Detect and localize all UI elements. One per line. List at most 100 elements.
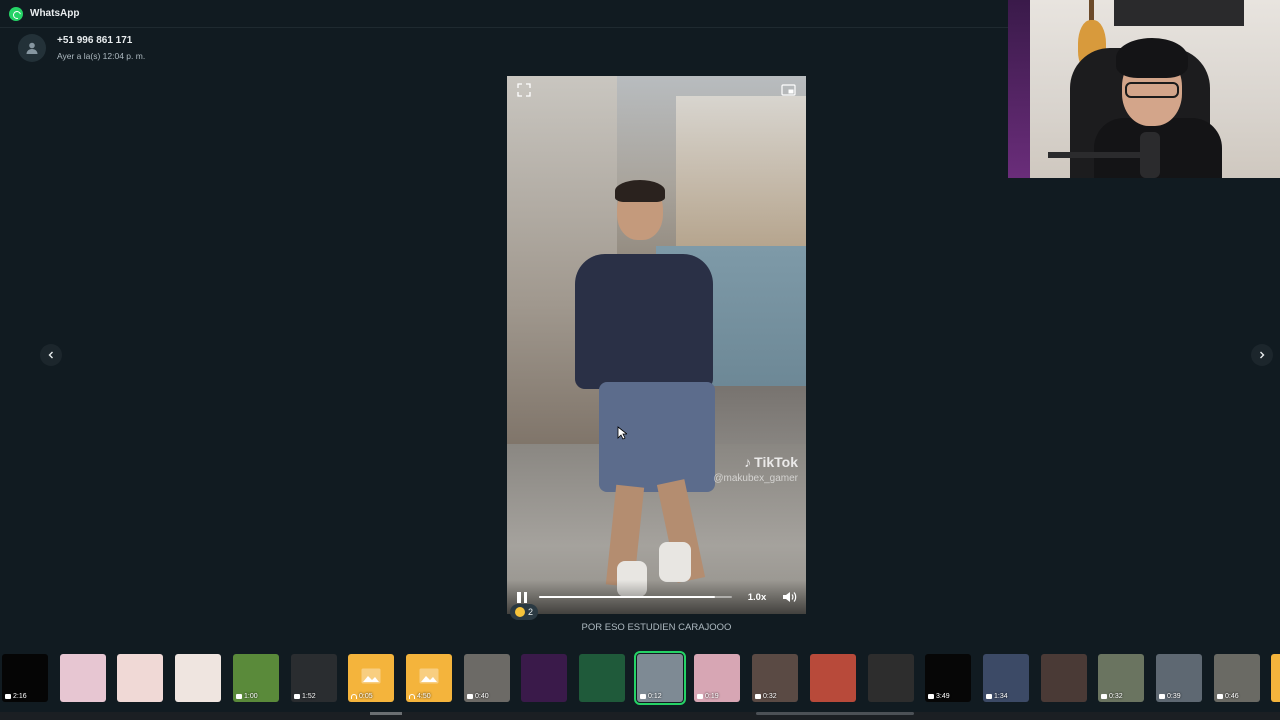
video-camera-icon	[755, 694, 761, 699]
video-progress-fill	[539, 596, 715, 598]
media-thumbnail[interactable]: 0:46	[1214, 654, 1260, 702]
video-camera-icon	[1101, 694, 1107, 699]
thumbnail-duration: 1:34	[994, 693, 1008, 700]
thumbnail-duration: 0:12	[648, 693, 662, 700]
thumbnail-duration-badge: 3:49	[928, 693, 950, 700]
media-thumbnail[interactable]: 0:19	[694, 654, 740, 702]
webcam-person-hair	[1116, 38, 1188, 78]
video-camera-icon	[1159, 694, 1165, 699]
avatar[interactable]	[18, 34, 46, 62]
webcam-overlay	[1008, 0, 1280, 178]
thumbnail-duration-badge: 0:12	[640, 693, 662, 700]
thumbnail-duration: 0:46	[1225, 693, 1239, 700]
thumbnail-duration: 0:19	[705, 693, 719, 700]
volume-icon[interactable]	[782, 590, 798, 604]
media-thumbnail[interactable]	[868, 654, 914, 702]
webcam-light	[1008, 0, 1030, 178]
media-thumbnail[interactable]: 0:12	[634, 651, 686, 705]
video-player[interactable]: ♪ TikTok @makubex_gamer 1.0x	[507, 76, 806, 614]
thumbnail-duration-badge: 1:52	[294, 693, 316, 700]
sender-info: +51 996 861 171 Ayer a la(s) 12:04 p. m.	[18, 34, 145, 62]
thumbnail-duration: 4:50	[417, 693, 431, 700]
sender-timestamp: Ayer a la(s) 12:04 p. m.	[57, 51, 146, 61]
thumbnail-duration: 0:32	[763, 693, 777, 700]
thumbnail-duration: 0:40	[475, 693, 489, 700]
mouse-cursor-icon	[617, 426, 627, 440]
media-thumbnail[interactable]	[60, 654, 106, 702]
media-thumbnail[interactable]: 0:32	[1098, 654, 1144, 702]
thumbnail-duration: 3:49	[936, 693, 950, 700]
media-thumbnail[interactable]	[117, 654, 163, 702]
sender-name: +51 996 861 171	[57, 35, 133, 46]
reaction-count: 2	[528, 607, 534, 617]
media-thumbnail[interactable]	[1041, 654, 1087, 702]
pause-icon	[517, 591, 521, 603]
pause-button[interactable]	[515, 590, 529, 604]
image-icon	[361, 668, 381, 684]
video-frame-building	[676, 96, 806, 246]
os-taskbar	[0, 712, 1280, 720]
media-thumbnail[interactable]: 0:05	[348, 654, 394, 702]
thumbnail-duration: 0:39	[1167, 693, 1181, 700]
thumbnail-scrollbar[interactable]	[756, 712, 914, 715]
thumbnail-duration: 1:52	[302, 693, 316, 700]
thumbnail-duration: 2:16	[13, 693, 27, 700]
media-thumbnail[interactable]: 3:49	[925, 654, 971, 702]
video-frame-person-hair	[615, 180, 665, 202]
app-title: WhatsApp	[30, 8, 80, 19]
thumbnail-duration-badge: 0:19	[697, 693, 719, 700]
video-camera-icon	[294, 694, 300, 699]
video-camera-icon	[928, 694, 934, 699]
video-frame-person	[575, 254, 713, 389]
thumbnail-duration-badge: 0:05	[351, 693, 373, 700]
webcam-tv	[1114, 0, 1244, 26]
previous-media-button[interactable]	[40, 344, 62, 366]
media-thumbnail-strip: 2:16 1:00 1:52 0:05 4:50 0:40 0:12 0:19 0:32 3:49…	[0, 648, 1280, 712]
playback-speed-button[interactable]: 1.0x	[742, 592, 772, 603]
whatsapp-logo-icon	[9, 6, 23, 21]
video-camera-icon	[1217, 694, 1223, 699]
person-icon	[26, 42, 38, 54]
media-thumbnail[interactable]	[521, 654, 567, 702]
video-camera-icon	[236, 694, 242, 699]
media-thumbnail[interactable]: 2:16	[2, 654, 48, 702]
next-media-button[interactable]	[1251, 344, 1273, 366]
webcam-microphone	[1140, 132, 1160, 178]
webcam-person-glasses	[1125, 82, 1179, 98]
taskbar-active-app[interactable]	[370, 712, 402, 715]
media-thumbnail[interactable]: 0:39	[1156, 654, 1202, 702]
video-controls: 1.0x	[507, 580, 806, 614]
media-thumbnail[interactable]	[1271, 654, 1280, 702]
video-camera-icon	[697, 694, 703, 699]
media-thumbnail[interactable]: 1:52	[291, 654, 337, 702]
thumbnail-duration-badge: 1:34	[986, 693, 1008, 700]
thumbnail-duration: 1:00	[244, 693, 258, 700]
media-thumbnail[interactable]: 1:34	[983, 654, 1029, 702]
media-thumbnail[interactable]	[579, 654, 625, 702]
image-icon	[419, 668, 439, 684]
thumbnail-duration-badge: 2:16	[5, 693, 27, 700]
media-thumbnail[interactable]	[175, 654, 221, 702]
media-caption: POR ESO ESTUDIEN CARAJOOO	[581, 622, 732, 633]
reaction-badge[interactable]: 2	[510, 604, 539, 620]
thumbnail-duration-badge: 0:39	[1159, 693, 1181, 700]
media-thumbnail[interactable]: 0:32	[752, 654, 798, 702]
thumbnail-duration-badge: 0:32	[755, 693, 777, 700]
thumbnail-duration-badge: 4:50	[409, 693, 431, 700]
tiktok-brand-label: TikTok	[754, 454, 798, 470]
video-camera-icon	[5, 694, 11, 699]
expand-icon[interactable]	[517, 83, 531, 97]
media-thumbnail[interactable]: 4:50	[406, 654, 452, 702]
video-progress-bar[interactable]	[539, 596, 732, 598]
thumbnail-duration-badge: 0:46	[1217, 693, 1239, 700]
media-thumbnail[interactable]: 0:40	[464, 654, 510, 702]
media-thumbnail[interactable]	[810, 654, 856, 702]
thumbnail-duration-badge: 0:40	[467, 693, 489, 700]
thumbnail-duration-badge: 1:00	[236, 693, 258, 700]
pause-icon	[523, 591, 527, 603]
thumbnail-duration-badge: 0:32	[1101, 693, 1123, 700]
picture-in-picture-icon[interactable]	[781, 83, 796, 97]
media-thumbnail[interactable]: 1:00	[233, 654, 279, 702]
headphones-icon	[409, 694, 415, 699]
video-camera-icon	[467, 694, 473, 699]
